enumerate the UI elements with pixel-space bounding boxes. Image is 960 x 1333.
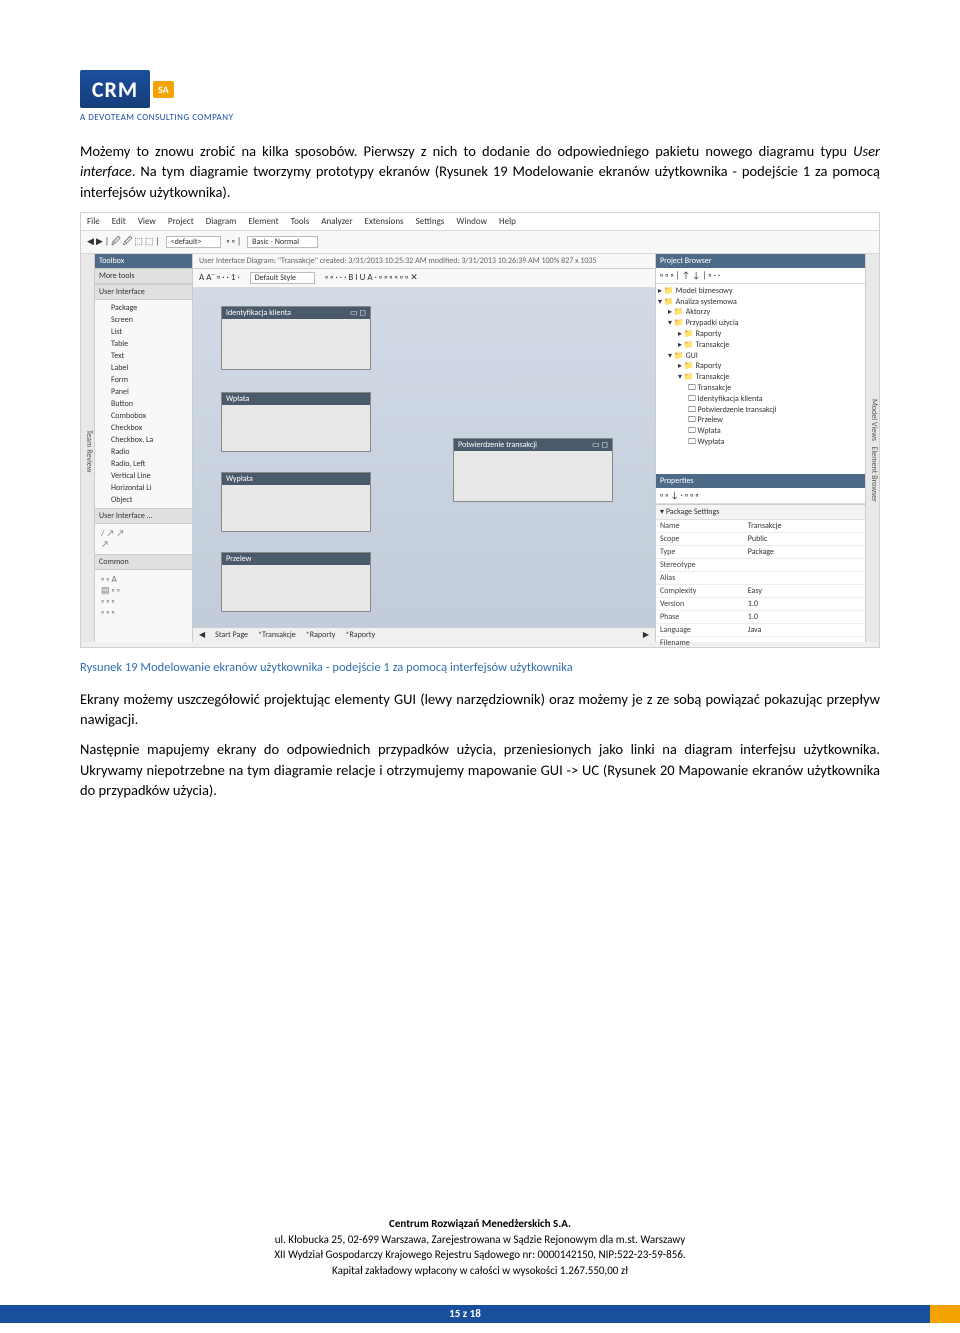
- tool-item[interactable]: Label: [95, 362, 192, 374]
- menu-item[interactable]: View: [138, 216, 156, 227]
- vtab-team-review[interactable]: Team Review: [81, 254, 95, 642]
- toolbox-section-ui[interactable]: User Interface: [95, 284, 192, 300]
- menu-item[interactable]: Analyzer: [321, 216, 352, 227]
- tab-raporty1[interactable]: *Raporty: [306, 630, 336, 640]
- tab-start[interactable]: Start Page: [215, 630, 248, 640]
- toolbox-more[interactable]: More tools: [95, 268, 192, 284]
- menu-item[interactable]: File: [87, 216, 100, 227]
- figure-caption: Rysunek 19 Modelowanie ekranów użytkowni…: [80, 660, 880, 675]
- toolbox-title: Toolbox: [95, 254, 192, 268]
- menu-item[interactable]: Settings: [416, 216, 445, 227]
- paragraph-2: Ekrany możemy uszczegółowić projektując …: [80, 689, 880, 730]
- tool-item[interactable]: Panel: [95, 386, 192, 398]
- tool-item[interactable]: Table: [95, 338, 192, 350]
- screen-wplata[interactable]: Wpłata: [221, 392, 371, 452]
- footer-line: XII Wydział Gospodarczy Krajowego Rejest…: [0, 1247, 960, 1262]
- diagram-canvas[interactable]: Identyfikacja klienta▭ ◻ Wpłata Wypłata …: [193, 288, 655, 627]
- ea-screenshot: File Edit View Project Diagram Element T…: [80, 212, 880, 648]
- footer-line: ul. Kłobucka 25, 02-699 Warszawa, Zareje…: [0, 1232, 960, 1247]
- logo-tagline: A DEVOTEAM CONSULTING COMPANY: [80, 112, 880, 123]
- screen-przelew[interactable]: Przelew: [221, 552, 371, 612]
- tool-item[interactable]: Checkbox, La: [95, 434, 192, 446]
- format-toolbar[interactable]: A A¯ ▫ · · 1 · Default Style ▫ ▫ · · · B…: [193, 269, 655, 288]
- menu-item[interactable]: Help: [499, 216, 516, 227]
- ea-menubar[interactable]: File Edit View Project Diagram Element T…: [81, 213, 879, 231]
- menu-item[interactable]: Project: [168, 216, 194, 227]
- tab-raporty2[interactable]: *Raporty: [345, 630, 375, 640]
- project-tree[interactable]: ▸ 📁 Model biznesowy ▾ 📁 Analiza systemow…: [656, 284, 865, 474]
- tool-item[interactable]: Checkbox: [95, 422, 192, 434]
- toolbox-section-ui2[interactable]: User Interface ...: [95, 508, 192, 524]
- screen-wyplata[interactable]: Wypłata: [221, 472, 371, 532]
- page-footer: Centrum Rozwiązań Menedżerskich S.A. ul.…: [0, 1216, 960, 1278]
- combo-fmt-style[interactable]: Default Style: [250, 272, 315, 284]
- paragraph-3: Następnie mapujemy ekrany do odpowiednic…: [80, 739, 880, 800]
- menu-item[interactable]: Extensions: [365, 216, 404, 227]
- tool-item[interactable]: Radio, Left: [95, 458, 192, 470]
- screen-identyfikacja[interactable]: Identyfikacja klienta▭ ◻: [221, 306, 371, 370]
- tool-item[interactable]: Button: [95, 398, 192, 410]
- toolbox-pane: Toolbox More tools User Interface Packag…: [95, 254, 193, 642]
- logo-badge: CRM: [80, 70, 150, 108]
- accent-block: [930, 1305, 960, 1323]
- tool-item[interactable]: Screen: [95, 314, 192, 326]
- footer-line: Kapitał zakładowy wpłacony w całości w w…: [0, 1263, 960, 1278]
- properties-title: Properties: [656, 474, 865, 488]
- menu-item[interactable]: Edit: [112, 216, 126, 227]
- tool-item[interactable]: Form: [95, 374, 192, 386]
- ea-toolbar[interactable]: ◀ ▶ | 🖉 🖉 ⬚ ⬚ | <default> ▫ ▫ | Basic - …: [81, 231, 879, 254]
- logo-sa: SA: [153, 81, 174, 98]
- properties-pane[interactable]: ▾ Package Settings NameTransakcje ScopeP…: [656, 504, 865, 648]
- combo-style[interactable]: Basic - Normal: [247, 236, 318, 248]
- combo-default[interactable]: <default>: [166, 236, 221, 248]
- page-bar: 15 z 18: [0, 1305, 960, 1323]
- menu-item[interactable]: Tools: [291, 216, 310, 227]
- diagram-tabs[interactable]: ◀ Start Page *Transakcje *Raporty *Rapor…: [193, 627, 655, 642]
- footer-title: Centrum Rozwiązań Menedżerskich S.A.: [0, 1216, 960, 1231]
- tool-item[interactable]: Combobox: [95, 410, 192, 422]
- menu-item[interactable]: Window: [456, 216, 487, 227]
- canvas-header: User Interface Diagram: "Transakcje" cre…: [193, 254, 655, 269]
- page-number: 15 z 18: [0, 1305, 930, 1323]
- tool-item[interactable]: Object: [95, 494, 192, 506]
- screen-potwierdzenie[interactable]: Potwierdzenie transakcji▭ ◻: [453, 438, 613, 502]
- logo: CRM SA ® A DEVOTEAM CONSULTING COMPANY: [80, 70, 880, 123]
- tool-item[interactable]: Horizontal Li: [95, 482, 192, 494]
- tool-item[interactable]: List: [95, 326, 192, 338]
- menu-item[interactable]: Diagram: [206, 216, 237, 227]
- tool-item[interactable]: Text: [95, 350, 192, 362]
- project-browser-title: Project Browser: [656, 254, 865, 268]
- tab-transakcje[interactable]: *Transakcje: [258, 630, 296, 640]
- toolbox-section-common[interactable]: Common: [95, 554, 192, 570]
- paragraph-1: Możemy to znowu zrobić na kilka sposobów…: [80, 141, 880, 202]
- tool-item[interactable]: Vertical Line: [95, 470, 192, 482]
- menu-item[interactable]: Element: [248, 216, 278, 227]
- tool-item[interactable]: Package: [95, 302, 192, 314]
- vtab-model-views[interactable]: Model Views Element Browser: [865, 254, 879, 642]
- tool-item[interactable]: Radio: [95, 446, 192, 458]
